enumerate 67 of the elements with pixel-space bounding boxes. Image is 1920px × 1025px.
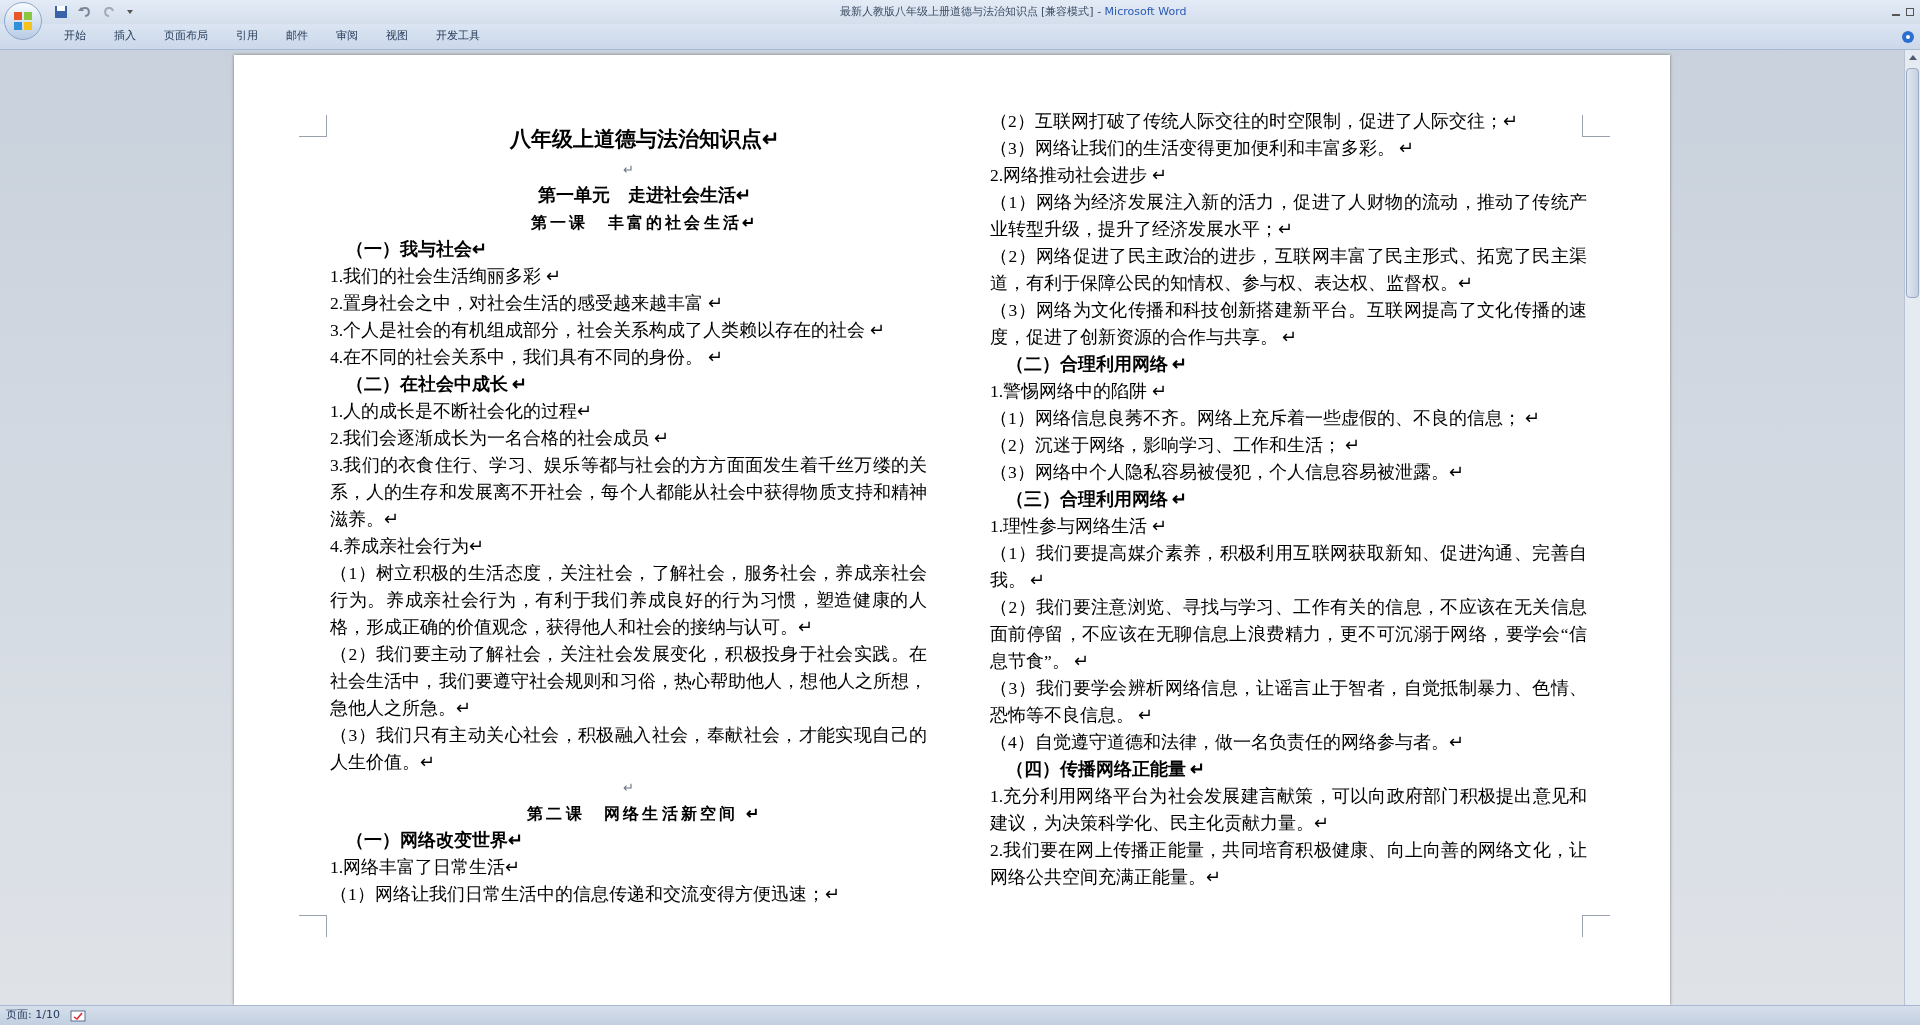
ribbon-tab[interactable]: 邮件 (272, 25, 322, 48)
paragraph: 4.养成亲社会行为↵ (330, 535, 486, 558)
paragraph: 2.我们要在网上传播正能量，共同培育积极健康、向上向善的网络文化，让网络公共空间充满正能量。↵ (990, 839, 1587, 889)
paragraph: 4.在不同的社会关系中，我们具有不同的身份。 ↵ (330, 346, 724, 369)
ribbon-tab[interactable]: 页面布局 (150, 25, 222, 48)
app-name: Microsoft Word (1104, 3, 1187, 20)
paragraph: （2）网络促进了民主政治的进步，互联网丰富了民主形式、拓宽了民主渠道，有利于保障公民的知情权、参与权、表达权、监督权。↵ (990, 245, 1587, 295)
office-button[interactable] (4, 2, 42, 40)
paragraph: 3.我们的衣食住行、学习、娱乐等都与社会的方方面面发生着千丝万缕的关系，人的生存和发展离不开社会，每个人都能从社会中获得物质支持和精神滋养。↵ (330, 454, 927, 531)
ribbon-tab[interactable]: 开发工具 (422, 25, 494, 48)
paragraph: （2）我们要主动了解社会，关注社会发展变化，积极投身于社会实践。在社会生活中，我们要遵守社会规则和习俗，热心帮助他人，想他人之所想，急他人之所急。↵ (330, 643, 927, 720)
page-count[interactable]: 页面: 1/10 (0, 1007, 66, 1024)
scrollbar-thumb[interactable] (1906, 68, 1919, 298)
paragraph: （1）网络信息良莠不齐。网络上充斥着一些虚假的、不良的信息； ↵ (990, 407, 1542, 430)
paragraph: （2）互联网打破了传统人际交往的时空限制，促进了人际交往；↵ (990, 110, 1519, 133)
vertical-scrollbar[interactable] (1904, 50, 1920, 1005)
paragraph: （1）树立积极的生活态度，关注社会，了解社会，服务社会，养成亲社会行为。养成亲社会行为，有利于我们养成良好的行为习惯，塑造健康的人格，形成正确的价值观念，获得他人和社会的接纳与认可。↵ (330, 562, 927, 639)
paragraph: （3）我们只有主动关心社会，积极融入社会，奉献社会，才能实现自己的人生价值。↵ (330, 724, 927, 774)
section-heading: （二）合理利用网络 ↵ (1005, 353, 1189, 376)
section-heading: （一）我与社会↵ (345, 238, 488, 261)
ribbon-tab[interactable]: 视图 (372, 25, 422, 48)
paragraph: 1.我们的社会生活绚丽多彩 ↵ (330, 265, 562, 288)
office-logo-icon (12, 10, 34, 32)
section-heading: （一）网络改变世界↵ (345, 829, 524, 852)
paragraph: （3）网络让我们的生活变得更加便利和丰富多彩。 ↵ (990, 137, 1416, 160)
ribbon-tab[interactable]: 开始 (50, 25, 100, 48)
paragraph: 2.置身社会之中，对社会生活的感受越来越丰富 ↵ (330, 292, 724, 315)
paragraph: 3.个人是社会的有机组成部分，社会关系构成了人类赖以存在的社会 ↵ (330, 319, 886, 342)
help-icon[interactable] (1902, 30, 1914, 43)
undo-icon[interactable] (78, 5, 92, 19)
paragraph: （1）网络让我们日常生活中的信息传递和交流变得方便迅速；↵ (330, 883, 841, 906)
paragraph: 1.充分利用网络平台为社会发展建言献策，可以向政府部门积极提出意见和建议，为决策科学化、民主化贡献力量。↵ (990, 785, 1587, 835)
lesson-heading: 第一课 丰富的社会生活↵ (529, 213, 760, 233)
document-title: 八年级上道德与法治知识点↵ (508, 126, 781, 153)
paragraph: （1）我们要提高媒介素养，积极利用互联网获取新知、促进沟通、完善自我。 ↵ (990, 542, 1587, 592)
paragraph-mark: ↵ (622, 779, 635, 797)
paragraph: 2.我们会逐渐成长为一名合格的社会成员 ↵ (330, 427, 670, 450)
paragraph: （3）网络中个人隐私容易被侵犯，个人信息容易被泄露。↵ (990, 461, 1465, 484)
section-heading: （三）合理利用网络 ↵ (1005, 488, 1189, 511)
unit-heading: 第一单元 走进社会生活↵ (537, 184, 752, 207)
paragraph: 1.人的成长是不断社会化的过程↵ (330, 400, 594, 423)
paragraph: 1.理性参与网络生活 ↵ (990, 515, 1168, 538)
paragraph: （4）自觉遵守道德和法律，做一名负责任的网络参与者。↵ (990, 731, 1465, 754)
ribbon-tab[interactable]: 审阅 (322, 25, 372, 48)
dropdown-icon[interactable] (126, 8, 134, 16)
paragraph: （2）我们要注意浏览、寻找与学习、工作有关的信息，不应该在无关信息面前停留，不应该在无聊信息上浪费精力，更不可沉溺于网络，要学会“信息节食”。 ↵ (990, 596, 1587, 673)
crop-mark (1582, 915, 1610, 937)
paragraph: （3）网络为文化传播和科技创新搭建新平台。互联网提高了文化传播的速度，促进了创新资源的合作与共享。 ↵ (990, 299, 1587, 349)
ribbon-tab[interactable]: 插入 (100, 25, 150, 48)
crop-mark (1582, 115, 1610, 137)
restore-icon[interactable] (1906, 8, 1914, 16)
section-heading: （二）在社会中成长 ↵ (345, 373, 529, 396)
section-heading: （四）传播网络正能量 ↵ (1005, 758, 1207, 781)
proofing-icon[interactable] (69, 1009, 86, 1022)
ribbon-tab[interactable]: 引用 (222, 25, 272, 48)
paragraph: （1）网络为经济发展注入新的活力，促进了人财物的流动，推动了传统产业转型升级，提升了经济发展水平；↵ (990, 191, 1587, 241)
paragraph: 1.警惕网络中的陷阱 ↵ (990, 380, 1168, 403)
crop-mark (299, 115, 327, 137)
save-icon[interactable] (54, 5, 68, 19)
paragraph: （2）沉迷于网络，影响学习、工作和生活； ↵ (990, 434, 1362, 457)
window-title: 最新人教版八年级上册道德与法治知识点 [兼容模式] - (839, 3, 1103, 20)
paragraph-mark: ↵ (622, 161, 635, 179)
lesson-heading: 第二课 网络生活新空间 ↵ (526, 804, 763, 824)
paragraph: 1.网络丰富了日常生活↵ (330, 856, 522, 879)
paragraph: （3）我们要学会辨析网络信息，让谣言止于智者，自觉抵制暴力、色情、恐怖等不良信息。 ↵ (990, 677, 1587, 727)
crop-mark (299, 915, 327, 937)
paragraph: 2.网络推动社会进步 ↵ (990, 164, 1168, 187)
